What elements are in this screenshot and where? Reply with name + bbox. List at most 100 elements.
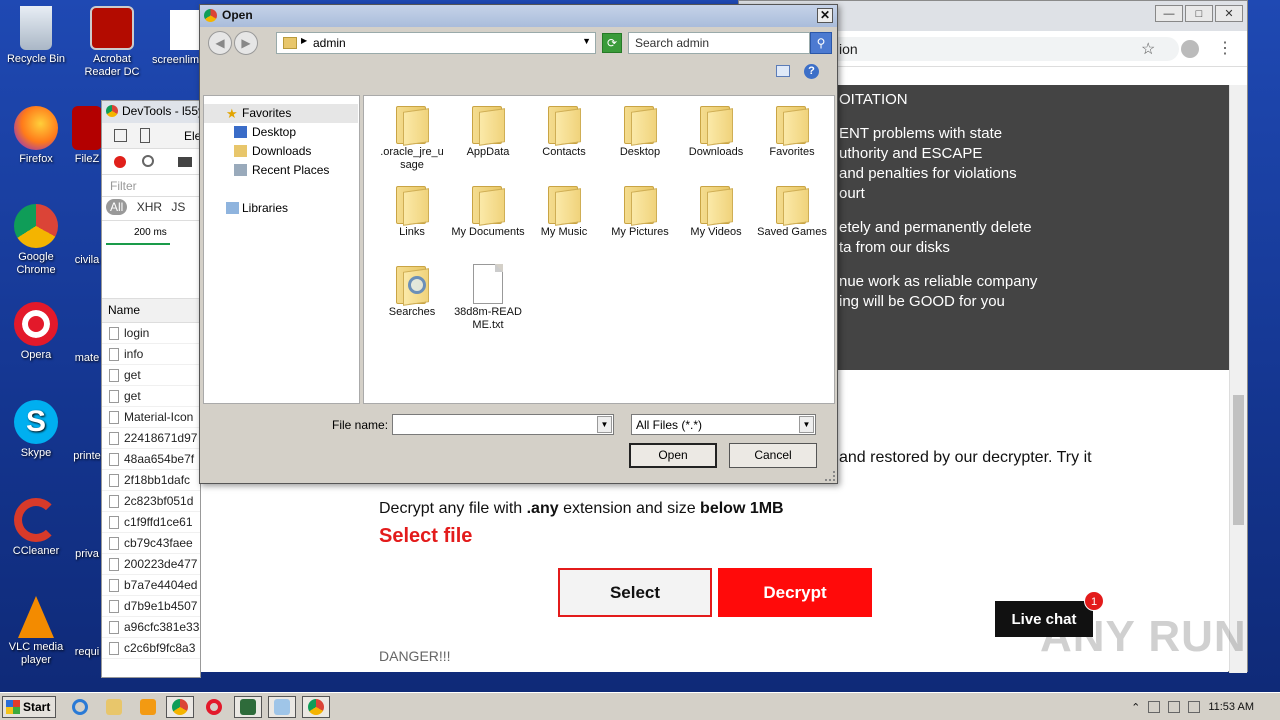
taskbar-explorer[interactable]	[100, 696, 128, 718]
open-button[interactable]: Open	[629, 443, 717, 468]
desktop-icon-opera[interactable]: Opera	[0, 302, 72, 362]
desktop-icon-requi[interactable]: requi	[70, 646, 104, 659]
request-row[interactable]: cb79c43faee	[102, 533, 200, 554]
nav-item-downloads[interactable]: Downloads	[204, 142, 311, 161]
search-icon[interactable]: ⚲	[810, 32, 832, 54]
request-row[interactable]: b7a7e4404ed	[102, 575, 200, 596]
maximize-icon[interactable]: □	[1185, 5, 1213, 22]
type-xhr[interactable]: XHR	[137, 200, 162, 214]
address-breadcrumb[interactable]: ▶ admin ▼	[276, 32, 596, 54]
menu-icon[interactable]: ⋮	[1217, 38, 1233, 58]
filter-input[interactable]: Filter	[102, 175, 200, 197]
close-icon[interactable]: ✕	[1215, 5, 1243, 22]
file-item[interactable]: .oracle_jre_u sage	[374, 102, 450, 172]
start-button[interactable]: Start	[2, 696, 56, 718]
file-type-select[interactable]: All Files (*.*) ▼	[631, 414, 816, 435]
nav-item-desktop[interactable]: Desktop	[204, 123, 296, 142]
cancel-button[interactable]: Cancel	[729, 443, 817, 468]
request-row[interactable]: 48aa654be7f	[102, 449, 200, 470]
type-all[interactable]: All	[106, 199, 128, 215]
type-js[interactable]: JS	[171, 200, 185, 214]
request-row[interactable]: login	[102, 323, 200, 344]
desktop-icon-civila[interactable]: civila	[70, 254, 104, 267]
chevron-down-icon[interactable]: ▼	[799, 416, 814, 433]
scrollbar-thumb[interactable]	[1233, 395, 1244, 525]
nav-item-recent-places[interactable]: Recent Places	[204, 161, 329, 180]
taskbar-ie[interactable]	[66, 696, 94, 718]
desktop-icon-screenlim[interactable]: screenlim	[140, 10, 200, 67]
request-row[interactable]: c1f9ffd1ce61	[102, 512, 200, 533]
file-item[interactable]: Saved Games	[754, 182, 830, 239]
tray-expand-icon[interactable]: ⌃	[1131, 701, 1140, 714]
clear-icon[interactable]	[142, 155, 154, 167]
page-scrollbar[interactable]	[1229, 85, 1247, 673]
file-item[interactable]: Contacts	[526, 102, 602, 159]
file-item[interactable]: Downloads	[678, 102, 754, 159]
dialog-close-button[interactable]: ✕	[817, 8, 833, 23]
live-chat-button[interactable]: Live chat	[995, 601, 1093, 637]
forward-button[interactable]: ▶	[234, 31, 258, 55]
nav-item-favorites[interactable]: ★ Favorites	[204, 104, 358, 123]
desktop-icon-ccleaner[interactable]: CCleaner	[0, 498, 72, 558]
request-row[interactable]: 200223de477	[102, 554, 200, 575]
request-row[interactable]: 22418671d97	[102, 428, 200, 449]
file-item[interactable]: 38d8m-READ ME.txt	[450, 262, 526, 332]
request-row[interactable]: get	[102, 386, 200, 407]
desktop-icon-filezilla[interactable]: FileZ	[70, 106, 104, 166]
taskbar-app[interactable]	[234, 696, 262, 718]
bookmark-star-icon[interactable]: ☆	[1141, 39, 1155, 59]
desktop-icon-priva[interactable]: priva	[70, 548, 104, 561]
flag-icon[interactable]	[1188, 701, 1201, 713]
request-row[interactable]: 2f18bb1dafc	[102, 470, 200, 491]
clock[interactable]: 11:53 AM	[1208, 701, 1254, 713]
desktop-icon-printe[interactable]: printe	[70, 450, 104, 463]
volume-icon[interactable]	[1148, 701, 1161, 713]
decrypt-button[interactable]: Decrypt	[718, 568, 872, 617]
file-item[interactable]: AppData	[450, 102, 526, 159]
request-row[interactable]: d7b9e1b4507	[102, 596, 200, 617]
desktop-icon-acrobat[interactable]: Acrobat Reader DC	[76, 6, 148, 79]
file-item[interactable]: My Music	[526, 182, 602, 239]
taskbar-media-player[interactable]	[134, 696, 162, 718]
search-input[interactable]: Search admin	[628, 32, 810, 54]
file-item[interactable]: Desktop	[602, 102, 678, 159]
desktop-icon-skype[interactable]: S Skype	[0, 400, 72, 460]
account-icon[interactable]	[1181, 40, 1199, 58]
name-column-header[interactable]: Name	[102, 299, 200, 323]
file-name-input[interactable]: ▼	[392, 414, 614, 435]
taskbar-chrome-2[interactable]	[302, 696, 330, 718]
file-item[interactable]: My Pictures	[602, 182, 678, 239]
help-icon[interactable]: ?	[804, 64, 819, 79]
desktop-icon-recycle-bin[interactable]: Recycle Bin	[0, 6, 72, 66]
chevron-right-icon[interactable]: ▶	[301, 36, 307, 45]
request-row[interactable]: c2c6bf9fc8a3	[102, 638, 200, 659]
inspect-icon[interactable]	[114, 129, 127, 142]
view-options-icon[interactable]	[776, 65, 790, 77]
select-button[interactable]: Select	[558, 568, 712, 617]
chevron-down-icon[interactable]: ▼	[597, 416, 612, 433]
device-icon[interactable]	[140, 128, 150, 143]
network-icon[interactable]	[1168, 701, 1181, 713]
file-item[interactable]: My Videos	[678, 182, 754, 239]
taskbar-notepad[interactable]	[268, 696, 296, 718]
desktop-icon-firefox[interactable]: Firefox	[0, 106, 72, 166]
desktop-icon-chrome[interactable]: Google Chrome	[0, 204, 72, 277]
chevron-down-icon[interactable]: ▼	[582, 36, 591, 46]
desktop-icon-mate[interactable]: mate	[70, 352, 104, 365]
request-row[interactable]: Material-Icon	[102, 407, 200, 428]
request-row[interactable]: info	[102, 344, 200, 365]
request-row[interactable]: a96cfc381e33	[102, 617, 200, 638]
nav-item-libraries[interactable]: Libraries	[204, 199, 288, 218]
request-row[interactable]: 2c823bf051d	[102, 491, 200, 512]
refresh-button[interactable]: ⟳	[602, 33, 622, 53]
file-item[interactable]: My Documents	[450, 182, 526, 239]
file-item[interactable]: Searches	[374, 262, 450, 319]
file-item[interactable]: Favorites	[754, 102, 830, 159]
record-icon[interactable]	[114, 156, 126, 168]
minimize-icon[interactable]: —	[1155, 5, 1183, 22]
camera-icon[interactable]	[178, 157, 192, 167]
file-item[interactable]: Links	[374, 182, 450, 239]
back-button[interactable]: ◀	[208, 31, 232, 55]
request-row[interactable]: get	[102, 365, 200, 386]
resize-grip-icon[interactable]	[825, 471, 835, 481]
